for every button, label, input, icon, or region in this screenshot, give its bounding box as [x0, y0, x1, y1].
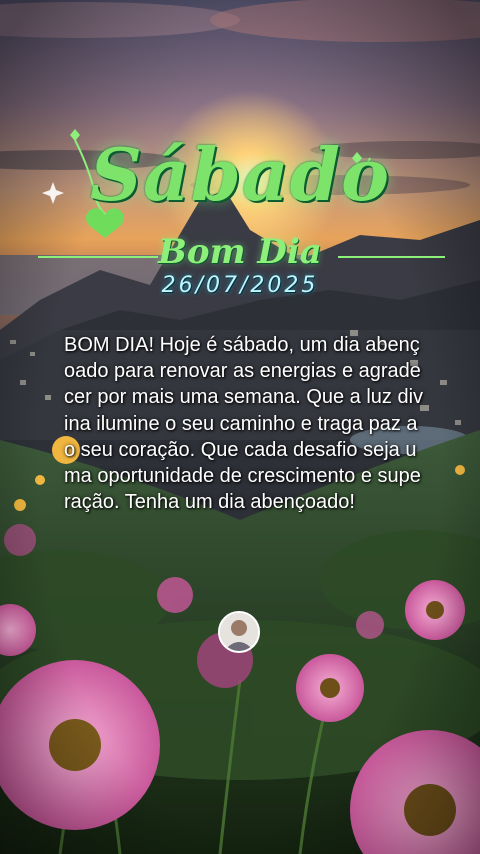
- avatar[interactable]: [218, 611, 260, 653]
- message-text: BOM DIA! Hoje é sábado, um dia abençoado…: [64, 334, 424, 514]
- date-label: 26/07/2025: [161, 273, 319, 298]
- user-avatar-icon: [220, 613, 258, 651]
- day-title: Sábado: [89, 132, 390, 217]
- greeting-subtitle: Bom Dia: [158, 232, 322, 272]
